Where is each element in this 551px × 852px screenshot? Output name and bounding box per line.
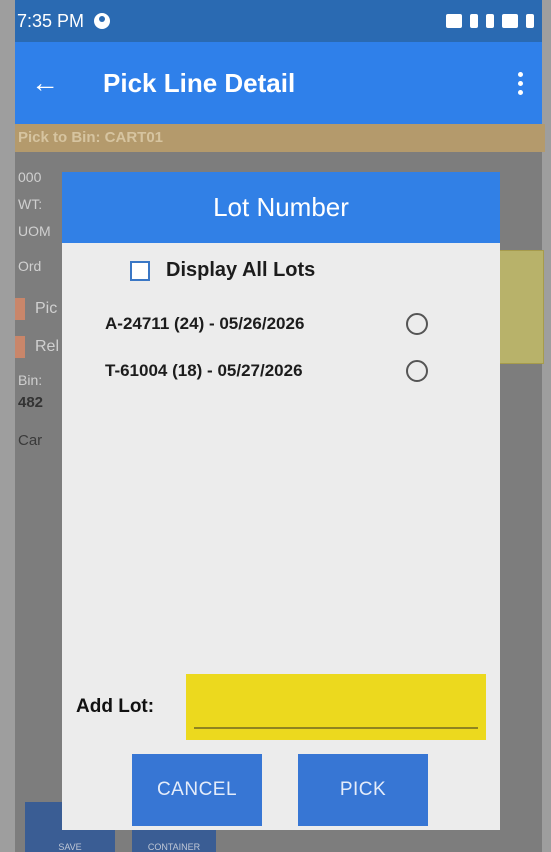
- bg-orange-marker: [15, 298, 25, 320]
- lot-label: T-61004 (18) - 05/27/2026: [105, 361, 303, 380]
- display-all-lots-option[interactable]: Display All Lots: [130, 259, 315, 282]
- lot-label: A-24711 (24) - 05/26/2026: [105, 314, 305, 333]
- bg-yellow-field: [493, 250, 544, 364]
- bg-line: Bin:: [18, 372, 43, 388]
- bg-line: 000: [18, 169, 42, 185]
- lot-number-dialog: Lot Number Display All Lots A-24711 (24)…: [62, 172, 500, 830]
- bg-line: WT:: [18, 196, 43, 212]
- cast-icon: [446, 14, 462, 28]
- bg-line: UOM: [18, 223, 51, 239]
- app-bar: ← Pick Line Detail: [15, 42, 542, 124]
- app-notification-icon: [94, 13, 111, 29]
- add-lot-underline: [194, 727, 478, 729]
- bg-line: Ord: [18, 258, 42, 274]
- lot-radio-button[interactable]: [406, 360, 428, 382]
- lot-radio-button[interactable]: [406, 313, 428, 335]
- bg-line: 482: [18, 394, 44, 411]
- status-icons: [446, 14, 534, 28]
- bg-orange-marker: [15, 336, 25, 358]
- cancel-button[interactable]: CANCEL: [132, 754, 262, 826]
- status-time: 7:35 PM: [17, 10, 85, 31]
- pick-button[interactable]: PICK: [298, 754, 428, 826]
- add-lot-input[interactable]: [186, 674, 486, 740]
- back-arrow-icon[interactable]: ←: [15, 67, 75, 99]
- battery-icon: [526, 14, 534, 28]
- status-bar: 7:35 PM: [15, 0, 542, 42]
- bg-line: Rel: [35, 338, 60, 355]
- overflow-menu-icon[interactable]: [498, 71, 542, 95]
- screen-frame: 7:35 PM ← Pick Line Detail Pick to Bin: …: [0, 0, 551, 852]
- data-arrows-icon: [486, 14, 494, 28]
- display-all-lots-checkbox[interactable]: [130, 260, 150, 281]
- bg-line: Car: [18, 432, 43, 449]
- lot-option[interactable]: T-61004 (18) - 05/27/2026: [105, 360, 445, 382]
- page-title: Pick Line Detail: [103, 67, 296, 98]
- display-all-lots-label: Display All Lots: [166, 259, 316, 281]
- vibrate-icon: [470, 14, 478, 28]
- bg-line: Pic: [35, 300, 58, 317]
- lot-option[interactable]: A-24711 (24) - 05/26/2026: [105, 313, 445, 335]
- pick-to-bin-bar: Pick to Bin: CART01: [15, 124, 545, 152]
- wifi-icon: [502, 14, 518, 28]
- dialog-title: Lot Number: [62, 172, 500, 243]
- add-lot-label: Add Lot:: [76, 696, 155, 717]
